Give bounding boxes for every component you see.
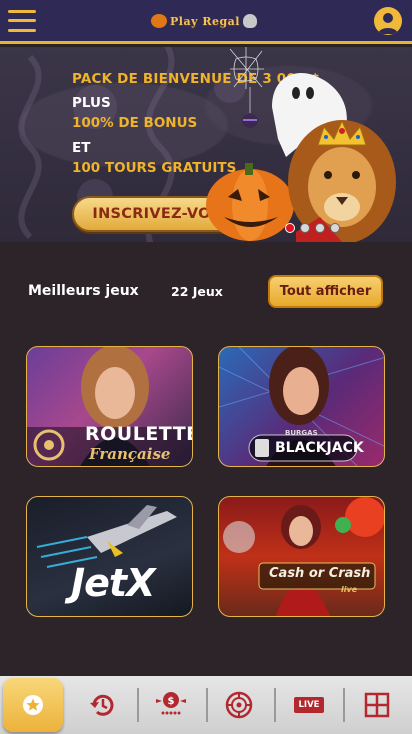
promo-bonus-text: 100% DE BONUS — [72, 115, 198, 131]
halloween-lion-illustration — [206, 47, 396, 242]
nav-separator — [274, 688, 276, 722]
section-title: Meilleurs jeux — [28, 283, 139, 299]
game-card-blackjack[interactable]: BURGAS BLACKJACK — [218, 346, 385, 467]
show-all-button[interactable]: Tout afficher — [268, 275, 383, 308]
nav-jackpots[interactable]: $ — [147, 684, 195, 726]
nav-separator — [343, 688, 345, 722]
carousel-dot-4[interactable] — [330, 223, 340, 233]
hamburger-menu-icon[interactable] — [8, 9, 36, 32]
jetx-title: JetX — [71, 561, 155, 605]
bottom-navigation: $ LIVE — [0, 676, 412, 734]
grid-icon — [364, 692, 390, 718]
pumpkin-icon — [151, 14, 168, 28]
blackjack-small-title: BURGAS — [285, 429, 318, 437]
nav-live-casino[interactable]: LIVE — [285, 684, 333, 726]
nav-separator — [137, 688, 139, 722]
game-card-roulette[interactable]: ROULETTE Française — [26, 346, 193, 467]
game-card-cash-or-crash[interactable]: Cash or Crash live — [218, 496, 385, 617]
cash-or-crash-subtitle: live — [341, 585, 358, 594]
promo-banner[interactable]: PACK DE BIENVENUE DE 3 000 $ PLUS 100% D… — [0, 47, 412, 242]
roulette-title: ROULETTE — [85, 423, 193, 445]
brand-logo[interactable]: Play Regal — [150, 4, 258, 38]
top-header: Play Regal — [0, 0, 412, 44]
nav-separator — [206, 688, 208, 722]
nav-table-games[interactable] — [215, 684, 263, 726]
carousel-dot-2[interactable] — [300, 223, 310, 233]
carousel-dot-3[interactable] — [315, 223, 325, 233]
nav-history[interactable] — [78, 684, 126, 726]
games-count: 22 Jeux — [171, 284, 223, 299]
nav-all-games[interactable] — [353, 684, 401, 726]
promo-plus-text: PLUS — [72, 95, 111, 111]
cash-or-crash-title: Cash or Crash — [269, 566, 371, 581]
carousel-dots — [285, 223, 340, 233]
svg-text:$: $ — [168, 696, 175, 707]
blackjack-title: BLACKJACK — [275, 440, 364, 456]
dollar-stars-icon: $ — [156, 692, 186, 715]
carousel-dot-1[interactable] — [285, 223, 295, 233]
game-card-jetx[interactable]: JetX — [26, 496, 193, 617]
skull-icon — [242, 14, 257, 28]
roulette-wheel-icon — [225, 691, 253, 719]
spider-web-icon — [229, 47, 264, 89]
nav-favorites[interactable] — [3, 678, 63, 732]
roulette-subtitle: Française — [89, 445, 171, 463]
live-badge-icon: LIVE — [294, 697, 324, 713]
history-clock-icon — [90, 694, 114, 716]
logo-text: Play Regal — [170, 14, 240, 28]
cash-or-crash-art — [223, 497, 384, 616]
user-account-icon[interactable] — [374, 6, 402, 35]
promo-et-text: ET — [72, 140, 91, 156]
star-favorites-icon — [23, 695, 43, 715]
